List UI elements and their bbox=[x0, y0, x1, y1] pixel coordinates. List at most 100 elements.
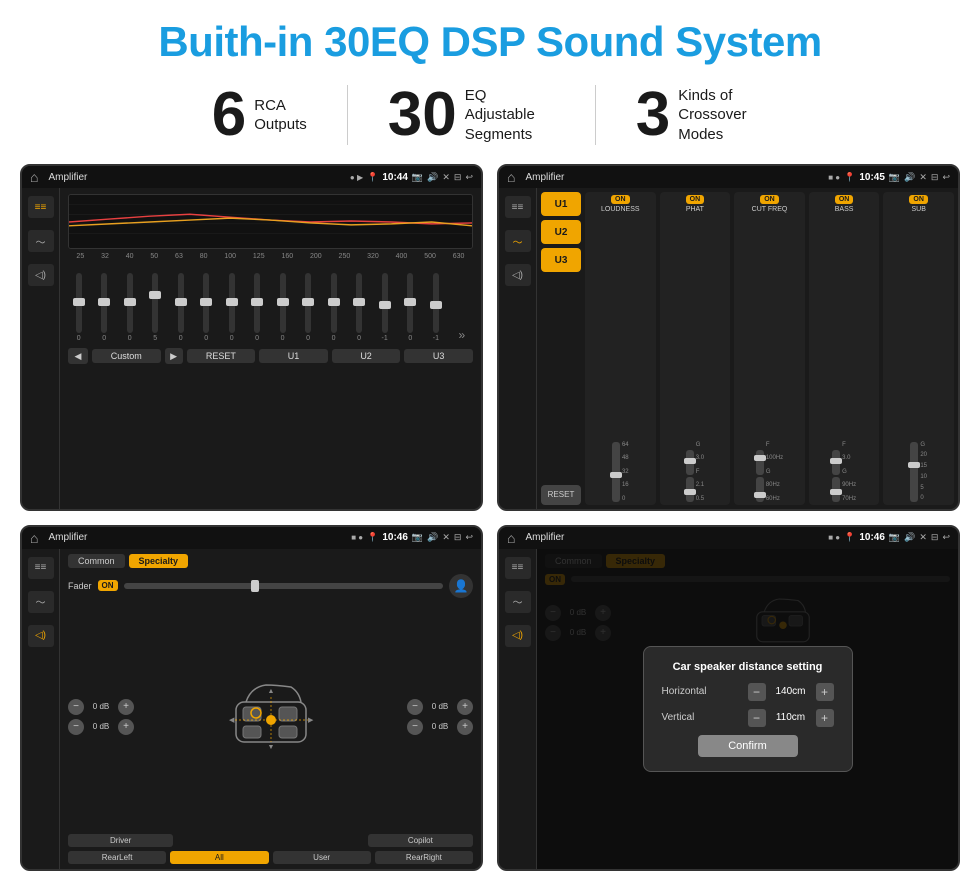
vol-plus-fl[interactable]: + bbox=[118, 699, 134, 715]
ch-name-sub: SUB bbox=[911, 206, 925, 213]
eq-prev-btn[interactable]: ◀ bbox=[68, 348, 88, 364]
window-icon-3[interactable]: ⊟ bbox=[454, 532, 462, 543]
speaker-icon-3[interactable]: ◁) bbox=[28, 625, 54, 647]
back-icon-3[interactable]: ↩ bbox=[465, 532, 473, 543]
eq-slider-11[interactable]: 0 bbox=[356, 273, 362, 342]
spk-copilot-btn[interactable]: Copilot bbox=[368, 834, 473, 847]
eq-slider-7[interactable]: 0 bbox=[254, 273, 260, 342]
speaker-icon-4[interactable]: ◁) bbox=[505, 625, 531, 647]
wave-icon-3[interactable]: 〜 bbox=[28, 591, 54, 613]
eq-icon-1[interactable]: ≡≡ bbox=[28, 196, 54, 218]
vslider-cutfreq-f[interactable] bbox=[756, 450, 764, 475]
eq-freq-labels: 25 32 40 50 63 80 100 125 160 200 250 32… bbox=[68, 253, 473, 260]
spk-tab-common[interactable]: Common bbox=[68, 554, 125, 568]
fader-on-btn[interactable]: ON bbox=[98, 580, 118, 591]
wave-icon-2[interactable]: 〜 bbox=[505, 230, 531, 252]
vol-minus-rr[interactable]: − bbox=[407, 719, 423, 735]
spk-rearleft-btn[interactable]: RearLeft bbox=[68, 851, 166, 864]
dialog-horizontal-plus[interactable]: + bbox=[816, 683, 834, 701]
eq-u1-btn[interactable]: U1 bbox=[259, 349, 328, 363]
eq-icon-3[interactable]: ≡≡ bbox=[28, 557, 54, 579]
spk-tab-specialty[interactable]: Specialty bbox=[129, 554, 189, 568]
window-icon-4[interactable]: ⊟ bbox=[931, 532, 939, 543]
ch-toggle-cutfreq[interactable]: ON bbox=[760, 195, 779, 204]
eq-slider-2[interactable]: 0 bbox=[127, 273, 133, 342]
vslider-sub[interactable] bbox=[910, 442, 918, 502]
vslider-loudness[interactable] bbox=[612, 442, 620, 502]
eq-slider-3[interactable]: 5 bbox=[152, 273, 158, 342]
home-icon-4[interactable]: ⌂ bbox=[507, 530, 515, 546]
vslider-cutfreq-g[interactable] bbox=[756, 477, 764, 502]
eq-slider-14[interactable]: -1 bbox=[433, 273, 439, 342]
vslider-bass-g[interactable] bbox=[832, 477, 840, 502]
wave-icon-4[interactable]: 〜 bbox=[505, 591, 531, 613]
eq-slider-8[interactable]: 0 bbox=[280, 273, 286, 342]
eq-slider-12[interactable]: -1 bbox=[382, 273, 388, 342]
eq-slider-0[interactable]: 0 bbox=[76, 273, 82, 342]
eq-u2-btn[interactable]: U2 bbox=[332, 349, 401, 363]
eq-slider-9[interactable]: 0 bbox=[305, 273, 311, 342]
eq-u3-btn[interactable]: U3 bbox=[404, 349, 473, 363]
dialog-vertical-minus[interactable]: − bbox=[748, 709, 766, 727]
eq-play-btn[interactable]: ▶ bbox=[165, 348, 183, 364]
eq-reset-btn[interactable]: RESET bbox=[187, 349, 256, 363]
eq-slider-10[interactable]: 0 bbox=[331, 273, 337, 342]
vslider-bass-f[interactable] bbox=[832, 450, 840, 475]
eq-slider-13[interactable]: 0 bbox=[407, 273, 413, 342]
vslider-phat-f[interactable] bbox=[686, 477, 694, 502]
spk-driver-btn[interactable]: Driver bbox=[68, 834, 173, 847]
stat-crossover: 3 Kinds ofCrossover Modes bbox=[596, 84, 808, 146]
home-icon-2[interactable]: ⌂ bbox=[507, 169, 515, 185]
status-icons-3: 📍 10:46 📷 🔊 ✕ ⊟ ↩ bbox=[367, 532, 473, 543]
location-icon-4: 📍 bbox=[844, 532, 855, 543]
spk-user-btn[interactable]: User bbox=[273, 851, 371, 864]
vol-minus-fl[interactable]: − bbox=[68, 699, 84, 715]
back-icon-2[interactable]: ↩ bbox=[942, 172, 950, 183]
vol-row-fr: − 0 dB + bbox=[407, 699, 473, 715]
close-icon-2[interactable]: ✕ bbox=[919, 172, 927, 183]
speaker-icon-2[interactable]: ◁) bbox=[505, 264, 531, 286]
window-icon-2[interactable]: ⊟ bbox=[931, 172, 939, 183]
vslider-phat-g[interactable] bbox=[686, 450, 694, 475]
ch-toggle-bass[interactable]: ON bbox=[835, 195, 854, 204]
fader-slider[interactable] bbox=[124, 583, 443, 589]
car-diagram: ▲ ▼ ◀ ▶ bbox=[142, 677, 399, 757]
spk-all-btn[interactable]: All bbox=[170, 851, 268, 864]
eq-slider-1[interactable]: 0 bbox=[101, 273, 107, 342]
spk-rearright-btn[interactable]: RearRight bbox=[375, 851, 473, 864]
eq-icon-4[interactable]: ≡≡ bbox=[505, 557, 531, 579]
channel-loudness: ON LOUDNESS 644832160 bbox=[585, 192, 656, 505]
wave-icon-1[interactable]: 〜 bbox=[28, 230, 54, 252]
eq-slider-5[interactable]: 0 bbox=[203, 273, 209, 342]
eq-slider-4[interactable]: 0 bbox=[178, 273, 184, 342]
preset-u1[interactable]: U1 bbox=[541, 192, 581, 216]
close-icon-1[interactable]: ✕ bbox=[442, 172, 450, 183]
adv-reset-btn[interactable]: RESET bbox=[541, 485, 581, 505]
eq-icon-2[interactable]: ≡≡ bbox=[505, 196, 531, 218]
eq-custom-btn[interactable]: Custom bbox=[92, 349, 161, 363]
dialog-horizontal-minus[interactable]: − bbox=[748, 683, 766, 701]
speaker-icon-1[interactable]: ◁) bbox=[28, 264, 54, 286]
vol-plus-fr[interactable]: + bbox=[457, 699, 473, 715]
ch-toggle-sub[interactable]: ON bbox=[909, 195, 928, 204]
home-icon-1[interactable]: ⌂ bbox=[30, 169, 38, 185]
home-icon-3[interactable]: ⌂ bbox=[30, 530, 38, 546]
close-icon-4[interactable]: ✕ bbox=[919, 532, 927, 543]
close-icon-3[interactable]: ✕ bbox=[442, 532, 450, 543]
volume-icon-3: 🔊 bbox=[427, 532, 438, 543]
eq-slider-6[interactable]: 0 bbox=[229, 273, 235, 342]
back-icon-4[interactable]: ↩ bbox=[942, 532, 950, 543]
back-icon-1[interactable]: ↩ bbox=[465, 172, 473, 183]
eq-slider-expand[interactable]: » bbox=[458, 328, 465, 342]
ch-toggle-phat[interactable]: ON bbox=[686, 195, 705, 204]
window-icon-1[interactable]: ⊟ bbox=[454, 172, 462, 183]
vol-minus-fr[interactable]: − bbox=[407, 699, 423, 715]
preset-u3[interactable]: U3 bbox=[541, 248, 581, 272]
vol-plus-rl[interactable]: + bbox=[118, 719, 134, 735]
vol-minus-rl[interactable]: − bbox=[68, 719, 84, 735]
confirm-button[interactable]: Confirm bbox=[698, 735, 798, 757]
vol-plus-rr[interactable]: + bbox=[457, 719, 473, 735]
ch-toggle-loudness[interactable]: ON bbox=[611, 195, 630, 204]
dialog-vertical-plus[interactable]: + bbox=[816, 709, 834, 727]
preset-u2[interactable]: U2 bbox=[541, 220, 581, 244]
